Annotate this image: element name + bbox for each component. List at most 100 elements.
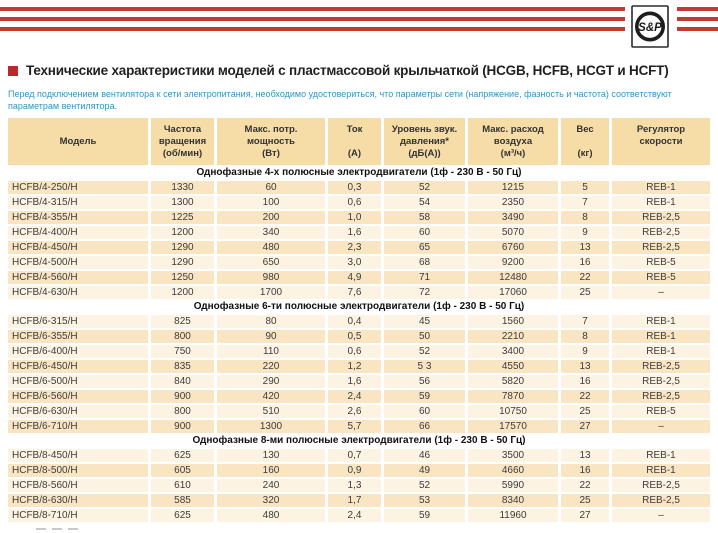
section-title-row: Технические характеристики моделей с пла… (8, 63, 714, 79)
cell-current: 0,6 (328, 345, 381, 358)
column-header-line: Регулятор (612, 124, 710, 136)
cell-speed: 625 (151, 449, 214, 462)
cell-model: HCFB/6-500/H (8, 375, 148, 388)
cell-model: HCFB/6-400/H (8, 345, 148, 358)
column-header-line: Частота (151, 124, 214, 136)
cell-speed: 800 (151, 330, 214, 343)
cell-airflow: 3490 (468, 211, 558, 224)
cell-airflow: 17570 (468, 420, 558, 433)
brand-bar: S&P (0, 0, 718, 56)
cell-regulator: REB-5 (612, 271, 710, 284)
table-row: HCFB/6-400/H7501100,65234009REB-1 (8, 345, 710, 358)
cell-regulator: REB-2,5 (612, 241, 710, 254)
cell-noise: 46 (384, 449, 465, 462)
cell-regulator: REB-1 (612, 345, 710, 358)
cell-airflow: 3500 (468, 449, 558, 462)
cell-weight: 13 (561, 241, 609, 254)
column-header-line: (м³/ч) (468, 148, 558, 160)
cell-model: HCFB/6-450/H (8, 360, 148, 373)
cell-noise: 60 (384, 405, 465, 418)
cell-regulator: – (612, 420, 710, 433)
column-header-speed: Частотавращения(об/мин) (151, 118, 214, 165)
table-row: HCFB/4-450/H12904802,365676013REB-2,5 (8, 241, 710, 254)
column-header-line: (дБ(А)) (384, 148, 465, 160)
column-header-line: Макс. расход (468, 124, 558, 136)
red-stripe (677, 17, 718, 21)
cell-regulator: – (612, 509, 710, 522)
cell-model: HCFB/8-630/H (8, 494, 148, 507)
cell-regulator: REB-2,5 (612, 360, 710, 373)
cell-power: 980 (217, 271, 325, 284)
column-header-line: воздуха (468, 136, 558, 148)
cell-power: 110 (217, 345, 325, 358)
cell-speed: 1290 (151, 256, 214, 269)
cell-weight: 27 (561, 509, 609, 522)
cell-current: 0,7 (328, 449, 381, 462)
column-header-weight: Вес (кг) (561, 118, 609, 165)
cell-airflow: 4550 (468, 360, 558, 373)
cell-weight: 16 (561, 256, 609, 269)
cell-model: HCFB/6-560/H (8, 390, 148, 403)
cell-airflow: 5070 (468, 226, 558, 239)
cell-weight: 5 (561, 181, 609, 194)
cell-current: 2,3 (328, 241, 381, 254)
cell-noise: 59 (384, 509, 465, 522)
cell-weight: 22 (561, 479, 609, 492)
cut-off-footnote (36, 528, 126, 533)
cell-airflow: 10750 (468, 405, 558, 418)
cell-speed: 1225 (151, 211, 214, 224)
table-row: HCFB/6-355/H800900,55022108REB-1 (8, 330, 710, 343)
red-square-bullet-icon (8, 66, 18, 76)
cell-airflow: 5820 (468, 375, 558, 388)
cell-weight: 22 (561, 390, 609, 403)
cell-regulator: REB-5 (612, 405, 710, 418)
cell-power: 1300 (217, 420, 325, 433)
column-header-noise: Уровень звук.давления*(дБ(А)) (384, 118, 465, 165)
cell-noise: 52 (384, 479, 465, 492)
cell-current: 5,7 (328, 420, 381, 433)
cell-speed: 1300 (151, 196, 214, 209)
cell-power: 290 (217, 375, 325, 388)
cell-airflow: 5990 (468, 479, 558, 492)
table-row: HCFB/8-450/H6251300,746350013REB-1 (8, 449, 710, 462)
table-row: HCFB/8-500/H6051600,949466016REB-1 (8, 464, 710, 477)
cell-regulator: REB-2,5 (612, 479, 710, 492)
cell-noise: 68 (384, 256, 465, 269)
red-stripe (0, 17, 625, 21)
sp-logo-icon: S&P (631, 5, 669, 48)
cell-current: 0,6 (328, 196, 381, 209)
column-header-line (8, 124, 148, 136)
cell-model: HCFB/4-400/H (8, 226, 148, 239)
cell-airflow: 7870 (468, 390, 558, 403)
cell-speed: 900 (151, 390, 214, 403)
catalog-page: S&P Технические характеристики моделей с… (0, 0, 718, 533)
cell-model: HCFB/4-315/H (8, 196, 148, 209)
red-stripe (0, 27, 625, 31)
cell-model: HCFB/4-355/H (8, 211, 148, 224)
cell-model: HCFB/8-710/H (8, 509, 148, 522)
cell-noise: 59 (384, 390, 465, 403)
column-header-line: (Вт) (217, 148, 325, 160)
cell-regulator: REB-2,5 (612, 390, 710, 403)
table-row: HCFB/8-630/H5853201,753834025REB-2,5 (8, 494, 710, 507)
cell-current: 0,4 (328, 315, 381, 328)
table-row: HCFB/4-400/H12003401,66050709REB-2,5 (8, 226, 710, 239)
cell-noise: 50 (384, 330, 465, 343)
cell-power: 510 (217, 405, 325, 418)
cell-weight: 8 (561, 330, 609, 343)
cell-current: 2,6 (328, 405, 381, 418)
cell-noise: 60 (384, 226, 465, 239)
cell-weight: 13 (561, 360, 609, 373)
column-header-line: вращения (151, 136, 214, 148)
cell-airflow: 12480 (468, 271, 558, 284)
column-header-regulator: Регуляторскорости (612, 118, 710, 165)
cell-current: 2,4 (328, 390, 381, 403)
cell-regulator: REB-2,5 (612, 211, 710, 224)
cell-current: 1,3 (328, 479, 381, 492)
table-row: HCFB/8-710/H6254802,4591196027– (8, 509, 710, 522)
cell-regulator: REB-1 (612, 315, 710, 328)
cell-speed: 750 (151, 345, 214, 358)
column-header-line: (кг) (561, 148, 609, 160)
cell-noise: 54 (384, 196, 465, 209)
cell-speed: 835 (151, 360, 214, 373)
